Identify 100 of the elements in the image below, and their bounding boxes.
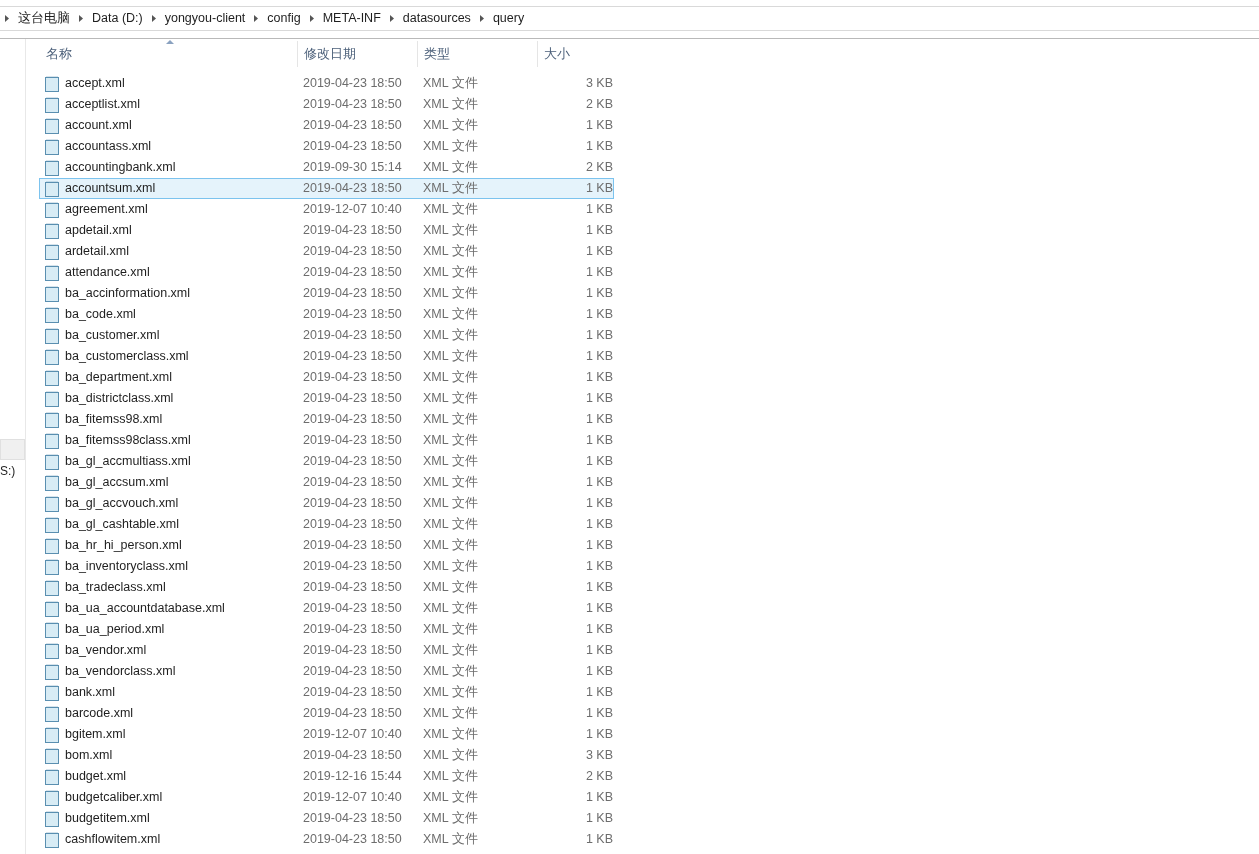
file-name: ba_tradeclass.xml (65, 579, 166, 597)
file-row[interactable]: ba_department.xml 2019-04-23 18:50 XML 文件 1 KB (39, 367, 614, 388)
file-row[interactable]: ba_vendor.xml 2019-04-23 18:50 XML 文件 1 KB (39, 640, 614, 661)
column-header[interactable]: 类型 (417, 41, 537, 67)
breadcrumb-item[interactable]: datasources (402, 9, 471, 28)
file-row[interactable]: agreement.xml 2019-12-07 10:40 XML 文件 1 KB (39, 199, 614, 220)
file-row[interactable]: apdetail.xml 2019-04-23 18:50 XML 文件 1 KB (39, 220, 614, 241)
file-row[interactable]: attendance.xml 2019-04-23 18:50 XML 文件 1 KB (39, 262, 614, 283)
type-cell-text: XML 文件 (422, 243, 479, 261)
file-row[interactable]: ba_accinformation.xml 2019-04-23 18:50 XML 文件 1 KB (39, 283, 614, 304)
type-cell-text: XML 文件 (422, 453, 479, 471)
date-cell-text: 2019-04-23 18:50 (302, 684, 403, 702)
type-cell-text: XML 文件 (422, 474, 479, 492)
file-name: bom.xml (65, 747, 113, 765)
column-header[interactable]: 修改日期 (297, 41, 417, 67)
file-row[interactable]: ba_districtclass.xml 2019-04-23 18:50 XML 文件 1 KB (39, 388, 614, 409)
file-row[interactable]: ba_ua_period.xml 2019-04-23 18:50 XML 文件 1 KB (39, 619, 614, 640)
file-row[interactable]: ba_ua_accountdatabase.xml 2019-04-23 18:50 XML 文件 1 KB (39, 598, 614, 619)
breadcrumb-item[interactable]: yongyou-client (164, 9, 246, 28)
file-name: ba_ua_period.xml (65, 621, 165, 639)
file-row[interactable]: accountingbank.xml 2019-09-30 15:14 XML 文件 2 KB (39, 157, 614, 178)
size-cell-text: 1 KB (584, 684, 613, 702)
file-name: accountingbank.xml (65, 159, 176, 177)
file-row[interactable]: ba_gl_accsum.xml 2019-04-23 18:50 XML 文件 1 KB (39, 472, 614, 493)
date-cell-text: 2019-04-23 18:50 (302, 327, 403, 345)
breadcrumb-item[interactable]: Data (D:) (92, 9, 143, 28)
column-header[interactable]: 大小 (537, 41, 617, 67)
file-row[interactable]: bom.xml 2019-04-23 18:50 XML 文件 3 KB (39, 745, 614, 766)
file-row[interactable]: ba_vendorclass.xml 2019-04-23 18:50 XML 文件 1 KB (39, 661, 614, 682)
type-cell-text: XML 文件 (422, 264, 479, 282)
file-row[interactable]: ba_tradeclass.xml 2019-04-23 18:50 XML 文件 1 KB (39, 577, 614, 598)
file-row[interactable]: ba_customerclass.xml 2019-04-23 18:50 XML 文件 1 KB (39, 346, 614, 367)
document-icon (45, 642, 59, 659)
file-row[interactable]: budgetitem.xml 2019-04-23 18:50 XML 文件 1 KB (39, 808, 614, 829)
type-cell-text: XML 文件 (422, 432, 479, 450)
size-cell-text: 1 KB (584, 369, 613, 387)
document-icon (45, 138, 59, 155)
file-row[interactable]: bank.xml 2019-04-23 18:50 XML 文件 1 KB (39, 682, 614, 703)
breadcrumb-item[interactable]: META-INF (322, 9, 381, 28)
file-row[interactable]: bgitem.xml 2019-12-07 10:40 XML 文件 1 KB (39, 724, 614, 745)
address-bar[interactable]: 这台电脑 Data (D:) yongyou-client config META-INF datasources query (0, 7, 1259, 31)
file-row[interactable]: ba_fitemss98.xml 2019-04-23 18:50 XML 文件 1 KB (39, 409, 614, 430)
file-name: ba_hr_hi_person.xml (65, 537, 182, 555)
document-icon (45, 558, 59, 575)
size-cell-text: 1 KB (584, 474, 613, 492)
date-cell-text: 2019-04-23 18:50 (302, 831, 403, 849)
file-row[interactable]: accountsum.xml 2019-04-23 18:50 XML 文件 1 KB (39, 178, 614, 199)
size-cell-text: 1 KB (584, 495, 613, 513)
type-cell-text: XML 文件 (422, 684, 479, 702)
size-cell-text: 1 KB (584, 243, 613, 261)
size-cell-text: 1 KB (584, 726, 613, 744)
file-row[interactable]: cashflowitem.xml 2019-04-23 18:50 XML 文件 1 KB (39, 829, 614, 850)
file-name: ba_fitemss98.xml (65, 411, 163, 429)
breadcrumb-item[interactable]: query (492, 9, 525, 28)
date-cell-text: 2019-04-23 18:50 (302, 369, 403, 387)
date-cell-text: 2019-04-23 18:50 (302, 75, 403, 93)
file-row[interactable]: acceptlist.xml 2019-04-23 18:50 XML 文件 2 KB (39, 94, 614, 115)
size-cell-text: 2 KB (584, 768, 613, 786)
file-row[interactable]: account.xml 2019-04-23 18:50 XML 文件 1 KB (39, 115, 614, 136)
size-cell-text: 1 KB (584, 327, 613, 345)
document-icon (45, 369, 59, 386)
document-icon (45, 96, 59, 113)
column-header[interactable]: 名称 (42, 41, 297, 67)
sidebar-item[interactable]: S:) (0, 460, 25, 481)
file-row[interactable]: ba_inventoryclass.xml 2019-04-23 18:50 XML 文件 1 KB (39, 556, 614, 577)
file-row[interactable]: ba_gl_cashtable.xml 2019-04-23 18:50 XML 文件 1 KB (39, 514, 614, 535)
breadcrumb-item[interactable]: config (267, 9, 301, 28)
file-row[interactable]: ba_fitemss98class.xml 2019-04-23 18:50 XML 文件 1 KB (39, 430, 614, 451)
file-name: ba_gl_accvouch.xml (65, 495, 179, 513)
file-row[interactable]: accountass.xml 2019-04-23 18:50 XML 文件 1 KB (39, 136, 614, 157)
file-name: ba_fitemss98class.xml (65, 432, 191, 450)
file-row[interactable]: budget.xml 2019-12-16 15:44 XML 文件 2 KB (39, 766, 614, 787)
document-icon (45, 327, 59, 344)
file-row[interactable]: barcode.xml 2019-04-23 18:50 XML 文件 1 KB (39, 703, 614, 724)
file-row[interactable]: ba_hr_hi_person.xml 2019-04-23 18:50 XML 文件 1 KB (39, 535, 614, 556)
type-cell-text: XML 文件 (422, 327, 479, 345)
document-icon (45, 747, 59, 764)
document-icon (45, 537, 59, 554)
file-row[interactable]: accept.xml 2019-04-23 18:50 XML 文件 3 KB (39, 73, 614, 94)
document-icon (45, 705, 59, 722)
date-cell-text: 2019-04-23 18:50 (302, 180, 403, 198)
type-cell-text: XML 文件 (422, 516, 479, 534)
file-row[interactable]: ba_gl_accvouch.xml 2019-04-23 18:50 XML 文件 1 KB (39, 493, 614, 514)
document-icon (45, 348, 59, 365)
type-cell-text: XML 文件 (422, 306, 479, 324)
date-cell-text: 2019-04-23 18:50 (302, 138, 403, 156)
file-row[interactable]: budgetcaliber.xml 2019-12-07 10:40 XML 文件 1 KB (39, 787, 614, 808)
chevron-right-icon (151, 15, 156, 22)
file-row[interactable]: ba_code.xml 2019-04-23 18:50 XML 文件 1 KB (39, 304, 614, 325)
file-row[interactable]: ba_gl_accmultiass.xml 2019-04-23 18:50 XML 文件 1 KB (39, 451, 614, 472)
type-cell-text: XML 文件 (422, 285, 479, 303)
size-cell-text: 1 KB (584, 789, 613, 807)
file-name: ba_ua_accountdatabase.xml (65, 600, 225, 618)
date-cell-text: 2019-04-23 18:50 (302, 117, 403, 135)
breadcrumb-item[interactable]: 这台电脑 (18, 9, 70, 28)
sidebar-item[interactable] (0, 439, 25, 460)
file-row[interactable]: ba_customer.xml 2019-04-23 18:50 XML 文件 1 KB (39, 325, 614, 346)
date-cell-text: 2019-04-23 18:50 (302, 537, 403, 555)
type-cell-text: XML 文件 (422, 705, 479, 723)
file-row[interactable]: ardetail.xml 2019-04-23 18:50 XML 文件 1 KB (39, 241, 614, 262)
